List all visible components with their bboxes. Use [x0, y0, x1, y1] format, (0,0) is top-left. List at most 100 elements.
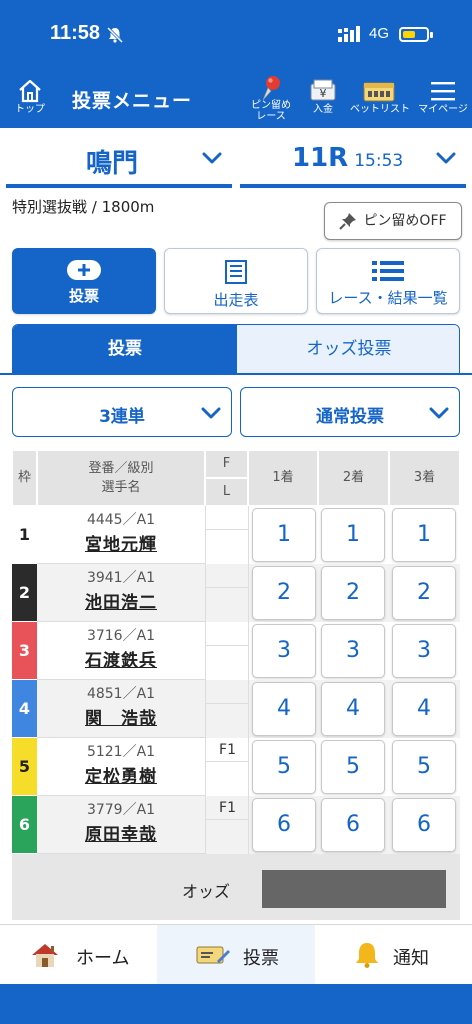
racer-name-link[interactable]: 宮地元輝: [85, 530, 157, 555]
first-place-button[interactable]: 4: [252, 682, 316, 736]
mypage-label: マイページ: [418, 104, 468, 115]
fl-cell: [205, 622, 249, 680]
third-place-button[interactable]: 3: [392, 624, 456, 678]
l-count: [206, 705, 249, 738]
bell-muted-icon: [106, 26, 124, 44]
network-type: 4G: [369, 25, 390, 42]
racer-cell: 3941／A1 池田浩二: [37, 564, 205, 622]
bet-tile[interactable]: 投票: [12, 248, 156, 314]
racer-cell: 4851／A1 関 浩哉: [37, 680, 205, 738]
race-list-tile[interactable]: レース・結果一覧: [316, 248, 460, 314]
battery-icon: [399, 27, 429, 42]
venue-value: 鳴門: [86, 149, 139, 179]
third-place-button[interactable]: 4: [392, 682, 456, 736]
yen-wallet-icon: ¥: [310, 79, 336, 101]
bet-type-select[interactable]: 3連単: [12, 387, 232, 437]
bet-table: 枠 登番／級別 選手名 F L 1着 2着 3着 1 4445／A1 宮地元輝 1 1 1…: [12, 450, 460, 920]
racecard-tile[interactable]: 出走表: [164, 248, 308, 314]
race-value: 11R 15:53: [292, 143, 403, 173]
odds-display: [262, 870, 446, 908]
racer-name-link[interactable]: 池田浩二: [85, 588, 157, 613]
racecard-icon: [225, 260, 247, 284]
racer-name-link[interactable]: 原田幸哉: [85, 820, 157, 845]
race-selector: 鳴門 11R 15:53: [0, 133, 472, 188]
app-bar: トップ 投票メニュー ピン留め レース ¥ 入金 ベットリスト マイページ: [0, 70, 472, 128]
deposit-button[interactable]: ¥ 入金: [304, 70, 342, 128]
f-count: [206, 680, 249, 704]
header-third: 3着: [389, 450, 460, 506]
tab-underline: [0, 373, 472, 375]
third-place-button[interactable]: 2: [392, 566, 456, 620]
ticket-pen-icon: [196, 946, 230, 964]
venue-select[interactable]: 鳴門: [6, 133, 232, 188]
tab-bet[interactable]: 投票: [13, 325, 237, 373]
pin-label-1: ピン留め: [251, 100, 291, 111]
nav-bet[interactable]: 投票: [157, 925, 315, 985]
racer-cell: 3779／A1 原田幸哉: [37, 796, 205, 854]
race-number: 11R: [292, 143, 349, 173]
nav-notify[interactable]: 通知: [315, 925, 472, 985]
race-select[interactable]: 11R 15:53: [240, 133, 466, 188]
system-nav-bar: [0, 984, 472, 1024]
fl-cell: [205, 564, 249, 622]
second-place-button[interactable]: 4: [321, 682, 385, 736]
header-first: 1着: [248, 450, 318, 506]
betlist-button[interactable]: ベットリスト: [350, 70, 410, 128]
racer-registration: 5121／A1: [86, 744, 156, 760]
header-racer-line1: 登番／級別: [88, 461, 154, 476]
bell-icon: [356, 943, 378, 968]
first-place-button[interactable]: 5: [252, 740, 316, 794]
fl-cell: F1: [205, 796, 249, 854]
racer-cell: 4445／A1 宮地元輝: [37, 506, 205, 564]
second-place-button[interactable]: 3: [321, 624, 385, 678]
header-frame: 枠: [12, 450, 37, 506]
first-place-button[interactable]: 1: [252, 508, 316, 562]
pin-label-2: レース: [256, 111, 286, 122]
f-count: F1: [206, 738, 249, 762]
deposit-label: 入金: [313, 104, 333, 115]
second-place-button[interactable]: 6: [321, 798, 385, 852]
header-second: 2着: [318, 450, 389, 506]
pin-race-button[interactable]: ピン留め レース: [246, 70, 296, 128]
second-place-button[interactable]: 1: [321, 508, 385, 562]
third-place-button[interactable]: 5: [392, 740, 456, 794]
nav-home[interactable]: ホーム: [0, 925, 157, 985]
race-list-tile-label: レース・結果一覧: [328, 289, 448, 307]
chevron-down-icon: [202, 152, 222, 164]
pin-off-label: ピン留めOFF: [363, 213, 447, 229]
racer-name-link[interactable]: 定松勇樹: [85, 762, 157, 787]
racer-name-link[interactable]: 石渡鉄兵: [85, 646, 157, 671]
odds-row: オッズ: [12, 858, 460, 920]
header-f: F: [205, 450, 248, 478]
second-place-button[interactable]: 5: [321, 740, 385, 794]
race-info: 特別選抜戦 / 1800m: [12, 196, 154, 217]
racer-registration: 3779／A1: [86, 802, 156, 818]
racer-cell: 3716／A1 石渡鉄兵: [37, 622, 205, 680]
bet-method-select[interactable]: 通常投票: [240, 387, 460, 437]
top-button[interactable]: トップ: [10, 70, 50, 128]
mypage-button[interactable]: マイページ: [418, 70, 468, 128]
frame-number: 4: [12, 680, 37, 738]
racer-name-link[interactable]: 関 浩哉: [85, 704, 157, 729]
third-place-button[interactable]: 1: [392, 508, 456, 562]
signal-icon: [338, 26, 360, 42]
pin-off-button[interactable]: ピン留めOFF: [324, 202, 462, 240]
frame-number: 6: [12, 796, 37, 854]
status-time: 11:58: [50, 22, 101, 44]
first-place-button[interactable]: 3: [252, 624, 316, 678]
second-place-button[interactable]: 2: [321, 566, 385, 620]
first-place-button[interactable]: 2: [252, 566, 316, 620]
tab-odds-bet[interactable]: オッズ投票: [237, 325, 459, 373]
first-place-button[interactable]: 6: [252, 798, 316, 852]
plus-icon: [67, 260, 101, 280]
l-count: [206, 763, 249, 796]
race-info-separator: /: [87, 198, 102, 216]
nav-notify-label: 通知: [393, 948, 429, 969]
third-place-button[interactable]: 6: [392, 798, 456, 852]
pushpin-icon: [262, 76, 280, 101]
race-title: 特別選抜戦: [12, 198, 88, 216]
chevron-down-icon: [429, 407, 449, 419]
racer-registration: 4851／A1: [86, 686, 156, 702]
odds-label: オッズ: [182, 882, 231, 901]
top-label: トップ: [15, 104, 45, 115]
